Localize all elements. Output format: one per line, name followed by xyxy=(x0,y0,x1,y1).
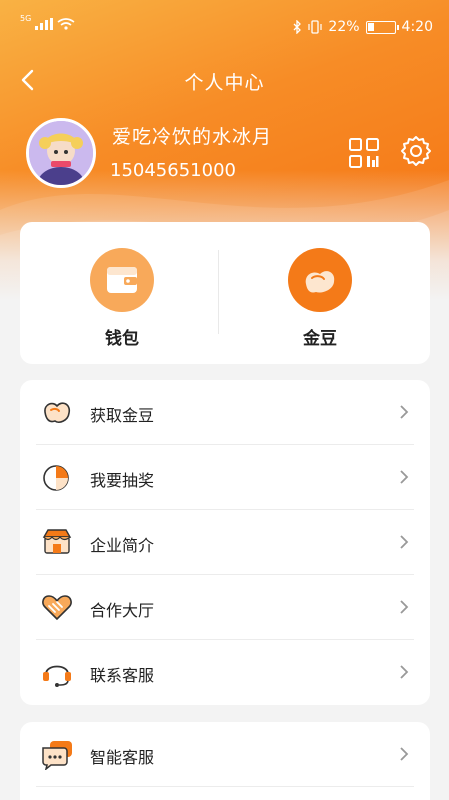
menu-card-secondary: 智能客服 xyxy=(20,722,430,800)
shop-icon xyxy=(42,529,72,554)
menu-item-label: 合作大厅 xyxy=(90,601,155,620)
menu-item-label: 智能客服 xyxy=(90,748,155,767)
chevron-right-icon xyxy=(400,665,409,679)
wifi-icon xyxy=(57,18,75,30)
avatar-image xyxy=(29,121,93,185)
chevron-right-icon xyxy=(400,747,409,761)
wallet-card: 钱包 金豆 xyxy=(20,222,430,364)
menu-item-company-intro[interactable]: 企业简介 xyxy=(20,510,430,575)
battery-percent: 22% xyxy=(328,19,360,35)
nav-bar: 个人中心 xyxy=(0,60,449,100)
menu-item-label: 获取金豆 xyxy=(90,406,155,425)
menu-item-lottery[interactable]: 我要抽奖 xyxy=(20,445,430,510)
chevron-right-icon xyxy=(400,600,409,614)
page-title: 个人中心 xyxy=(184,72,265,94)
menu-item-label: 我要抽奖 xyxy=(90,471,155,490)
menu-item-label: 企业简介 xyxy=(90,536,155,555)
headset-icon xyxy=(43,665,71,687)
signal-icon xyxy=(35,18,54,30)
avatar[interactable] xyxy=(26,118,96,188)
handshake-heart-icon xyxy=(42,595,72,621)
battery-icon xyxy=(365,20,399,34)
status-bar: 5G 22% 4:20 xyxy=(0,0,449,56)
divider xyxy=(218,250,219,334)
wallet-button[interactable]: 钱包 xyxy=(42,248,202,349)
gold-bean-label: 金豆 xyxy=(303,329,337,349)
wallet-icon xyxy=(90,248,154,312)
bean-outline-icon xyxy=(44,402,71,423)
chat-bubble-icon xyxy=(42,741,72,770)
gear-icon[interactable] xyxy=(400,135,432,167)
bluetooth-icon xyxy=(293,20,302,34)
wallet-label: 钱包 xyxy=(105,329,139,349)
chevron-right-icon xyxy=(400,470,409,484)
menu-item-cooperation-hall[interactable]: 合作大厅 xyxy=(20,575,430,640)
menu-item-contact-service[interactable]: 联系客服 xyxy=(20,640,430,705)
menu-card: 获取金豆 我要抽奖 企业简介 合作大厅 联系客服 xyxy=(20,380,430,705)
username: 爱吃冷饮的水冰月 xyxy=(112,126,273,148)
menu-item-smart-service[interactable]: 智能客服 xyxy=(20,722,430,787)
chevron-right-icon xyxy=(400,535,409,549)
chevron-right-icon xyxy=(400,405,409,419)
pie-chart-icon xyxy=(43,465,69,491)
phone-number: 15045651000 xyxy=(110,160,236,181)
gold-bean-button[interactable]: 金豆 xyxy=(240,248,400,349)
menu-item-get-beans[interactable]: 获取金豆 xyxy=(20,380,430,445)
bean-icon xyxy=(288,248,352,312)
vibrate-icon xyxy=(308,20,323,34)
menu-item-label: 联系客服 xyxy=(90,666,155,685)
clock: 4:20 xyxy=(401,19,433,35)
network-label: 5G xyxy=(20,13,32,23)
qr-code-icon[interactable] xyxy=(349,138,379,168)
